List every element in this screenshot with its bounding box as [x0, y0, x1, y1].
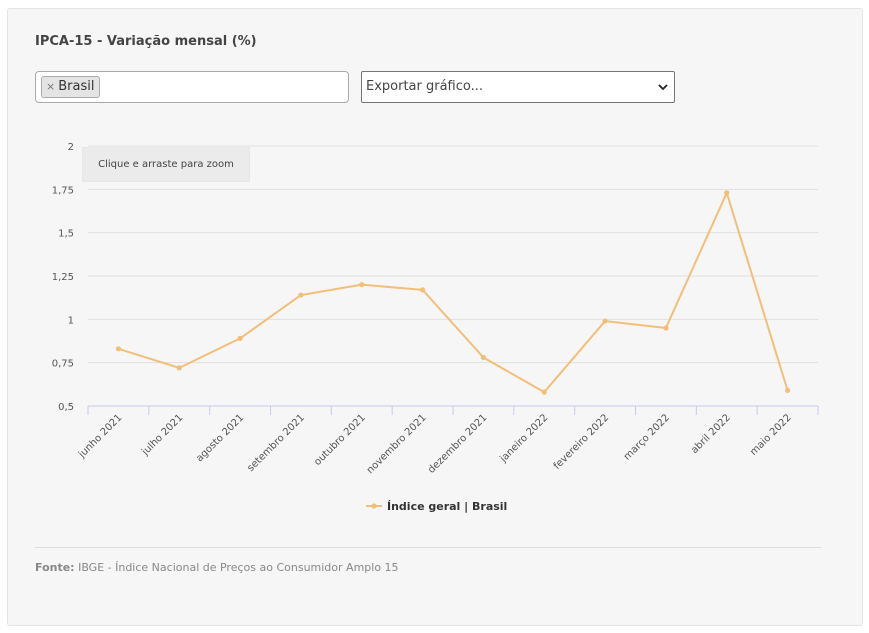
- source-text: IBGE - Índice Nacional de Preços ao Cons…: [78, 561, 399, 574]
- data-point[interactable]: [176, 365, 182, 371]
- x-tick-label: abril 2022: [689, 412, 733, 456]
- x-tick-label: novembro 2021: [365, 412, 429, 476]
- x-tick-label: setembro 2021: [245, 412, 307, 474]
- data-point[interactable]: [298, 292, 304, 298]
- y-tick-label: 0,5: [58, 402, 74, 413]
- data-point[interactable]: [724, 190, 730, 196]
- data-point[interactable]: [115, 346, 122, 352]
- zoom-hint: Clique e arraste para zoom: [82, 147, 250, 182]
- x-tick-label: março 2022: [622, 412, 672, 462]
- x-tick-label: julho 2021: [139, 412, 185, 458]
- source-label: Fonte:: [35, 561, 75, 574]
- data-point[interactable]: [663, 325, 669, 331]
- x-tick-label: junho 2021: [76, 412, 124, 460]
- data-point[interactable]: [359, 282, 365, 288]
- legend-point-marker: [371, 503, 377, 509]
- y-tick-label: 1,75: [52, 185, 74, 196]
- x-tick-label: agosto 2021: [194, 412, 246, 464]
- x-tick-label: janeiro 2022: [497, 412, 550, 465]
- y-tick-label: 2: [68, 142, 74, 153]
- data-point[interactable]: [480, 354, 487, 361]
- x-tick-label: dezembro 2021: [426, 412, 489, 475]
- line-chart[interactable]: 2 1,75 1,5 1,25 1 0,75 0,5junho 2021 julho 2021…: [0, 0, 869, 633]
- data-point[interactable]: [237, 335, 243, 341]
- y-tick-label: 0,75: [52, 359, 74, 370]
- y-tick-label: 1: [68, 315, 74, 326]
- data-point[interactable]: [784, 387, 791, 393]
- data-point[interactable]: [419, 287, 426, 293]
- footer-divider: [35, 547, 821, 548]
- x-tick-label: fevereiro 2022: [552, 412, 612, 472]
- data-point[interactable]: [541, 389, 547, 395]
- legend-item[interactable]: Índice geral | Brasil: [387, 500, 507, 513]
- y-tick-label: 1,5: [58, 229, 74, 240]
- x-tick-label: maio 2022: [748, 412, 794, 458]
- data-point[interactable]: [602, 318, 608, 324]
- source-note: Fonte: IBGE - Índice Nacional de Preços …: [35, 561, 399, 574]
- x-tick-label: outubro 2021: [312, 412, 368, 468]
- y-tick-label: 1,25: [52, 272, 74, 283]
